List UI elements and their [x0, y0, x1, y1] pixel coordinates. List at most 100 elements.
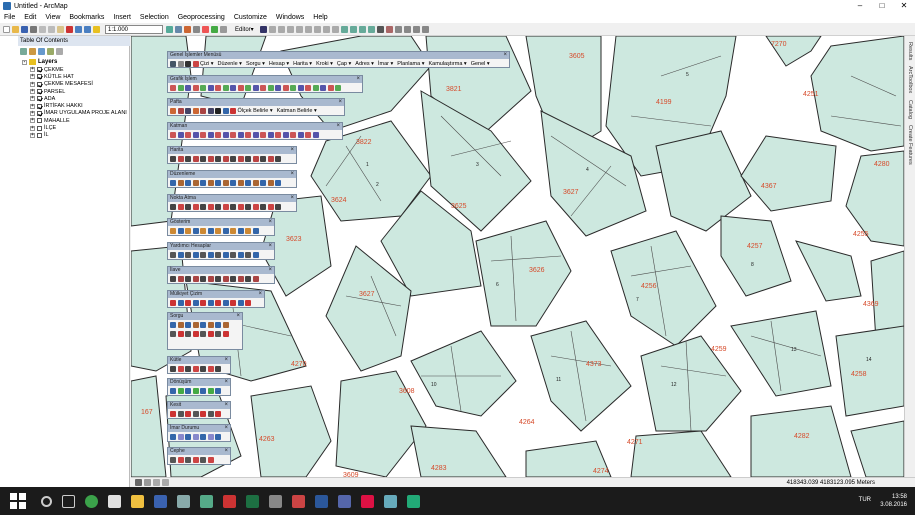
- measure-icon[interactable]: [421, 25, 429, 33]
- dock-tab-arctoolbox[interactable]: ArcToolbox: [907, 66, 913, 93]
- ownership-tool-icon[interactable]: [230, 299, 236, 306]
- query-tool-icon[interactable]: [215, 330, 221, 337]
- graphic-icon[interactable]: [170, 84, 176, 91]
- redo-icon[interactable]: [84, 25, 91, 33]
- layer-checkbox[interactable]: [37, 118, 42, 124]
- mass-tool-icon[interactable]: [185, 365, 191, 372]
- close-icon[interactable]: ×: [290, 171, 294, 178]
- rotate-icon[interactable]: [304, 25, 312, 33]
- query-tool-icon[interactable]: [222, 321, 229, 328]
- language-indicator[interactable]: TUR: [859, 497, 871, 503]
- graphic-icon[interactable]: [290, 84, 296, 91]
- graphic-icon[interactable]: [305, 84, 311, 91]
- zoning-tool-icon[interactable]: [207, 433, 214, 440]
- edit-tool-icon[interactable]: [192, 179, 199, 186]
- arctoolbox-icon[interactable]: [202, 25, 209, 33]
- edit-tool-icon[interactable]: [222, 179, 229, 186]
- graphic-icon[interactable]: [275, 84, 281, 91]
- layer-checkbox[interactable]: [37, 125, 42, 131]
- calc-tool-icon[interactable]: [185, 251, 191, 258]
- toc-options-icon[interactable]: [56, 47, 63, 55]
- query-tool-icon[interactable]: [200, 321, 206, 328]
- save-icon[interactable]: [21, 25, 28, 33]
- graphic-icon[interactable]: [267, 84, 274, 91]
- draw-tool-icon[interactable]: [200, 155, 206, 162]
- draw-tool-icon[interactable]: [215, 155, 221, 162]
- facade-tool-icon[interactable]: [200, 456, 206, 463]
- editor-menu[interactable]: Editor▾: [235, 26, 254, 33]
- dock-tab-catalog[interactable]: Catalog: [907, 100, 913, 119]
- tool-icon[interactable]: [192, 60, 199, 67]
- draw-tool-icon[interactable]: [237, 155, 244, 162]
- expand-icon[interactable]: +: [30, 103, 35, 109]
- layer-mahalle[interactable]: + MAHALLE: [22, 117, 127, 124]
- draw-tool-icon[interactable]: [207, 155, 214, 162]
- end-snap-icon[interactable]: [367, 25, 375, 33]
- mass-tool-icon[interactable]: [192, 365, 199, 372]
- point-tool-icon[interactable]: [237, 203, 244, 210]
- list-by-source-icon[interactable]: [29, 47, 36, 55]
- display-tool-icon[interactable]: [200, 227, 206, 234]
- edit-tool-icon[interactable]: [230, 179, 236, 186]
- sheet-icon[interactable]: [215, 107, 221, 114]
- extra-tool-icon[interactable]: [237, 275, 244, 282]
- calculator-icon[interactable]: [269, 494, 282, 508]
- pause-drawing-icon[interactable]: [162, 479, 169, 486]
- facade-tool-icon[interactable]: [170, 456, 176, 463]
- section-tool-icon[interactable]: [185, 410, 191, 417]
- paste-icon[interactable]: [57, 25, 64, 33]
- extra-tool-icon[interactable]: [245, 275, 251, 282]
- chrome-icon[interactable]: [85, 494, 98, 508]
- query-tool-icon[interactable]: [170, 330, 176, 337]
- menu-duzenle[interactable]: Düzenle ▾: [217, 61, 241, 67]
- calc-tool-icon[interactable]: [252, 251, 259, 258]
- layer-kutle-hat[interactable]: + KÜTLE HAT: [22, 73, 127, 80]
- menu-cizi[interactable]: Çizi ▾: [200, 61, 213, 67]
- display-tool-icon[interactable]: [222, 227, 229, 234]
- close-icon[interactable]: ×: [338, 99, 342, 106]
- list-by-drawing-order-icon[interactable]: [20, 47, 27, 55]
- display-tool-icon[interactable]: [177, 227, 184, 234]
- layer-tool-icon[interactable]: [297, 131, 304, 138]
- list-by-selection-icon[interactable]: [47, 47, 54, 55]
- layer-tool-icon[interactable]: [170, 131, 176, 138]
- zoning-tool-icon[interactable]: [177, 433, 184, 440]
- draw-tool-icon[interactable]: [222, 155, 229, 162]
- query-tool-icon[interactable]: [185, 330, 191, 337]
- sheet-icon[interactable]: [170, 107, 176, 114]
- layer-irtifak-hakki[interactable]: + İRTİFAK HAKKI: [22, 102, 127, 109]
- facade-tool-icon[interactable]: [185, 456, 191, 463]
- print-icon[interactable]: [30, 25, 37, 33]
- scale-dropdown[interactable]: Ölçek Belirle ▾: [238, 108, 273, 114]
- zoning-tool-icon[interactable]: [170, 433, 176, 440]
- section-tool-icon[interactable]: [177, 410, 184, 417]
- layer-checkbox[interactable]: [37, 67, 42, 73]
- edge-snap-icon[interactable]: [358, 25, 366, 33]
- menu-harita[interactable]: Harita ▾: [293, 61, 312, 67]
- close-icon[interactable]: ×: [268, 219, 272, 226]
- section-tool-icon[interactable]: [207, 410, 214, 417]
- copy-icon[interactable]: [48, 25, 55, 33]
- draw-tool-icon[interactable]: [192, 155, 199, 162]
- expand-icon[interactable]: +: [30, 74, 35, 80]
- point-tool-icon[interactable]: [260, 203, 266, 210]
- layer-checkbox[interactable]: [37, 103, 42, 109]
- calc-tool-icon[interactable]: [222, 251, 229, 258]
- close-icon[interactable]: ×: [224, 448, 228, 455]
- python-icon[interactable]: [211, 25, 218, 33]
- draw-tool-icon[interactable]: [275, 155, 281, 162]
- graphic-icon[interactable]: [185, 84, 191, 91]
- layer-tool-icon[interactable]: [185, 131, 191, 138]
- point-tool-icon[interactable]: [200, 203, 206, 210]
- menu-view[interactable]: View: [45, 14, 60, 21]
- mass-tool-icon[interactable]: [215, 365, 221, 372]
- graphic-icon[interactable]: [192, 84, 199, 91]
- close-icon[interactable]: ×: [290, 195, 294, 202]
- extra-tool-icon[interactable]: [252, 275, 259, 282]
- calc-tool-icon[interactable]: [237, 251, 244, 258]
- graphic-icon[interactable]: [312, 84, 319, 91]
- expand-icon[interactable]: +: [30, 132, 35, 138]
- transform-tool-icon[interactable]: [207, 387, 214, 394]
- minimize-button[interactable]: –: [849, 0, 871, 12]
- edit-tool-icon[interactable]: [252, 179, 259, 186]
